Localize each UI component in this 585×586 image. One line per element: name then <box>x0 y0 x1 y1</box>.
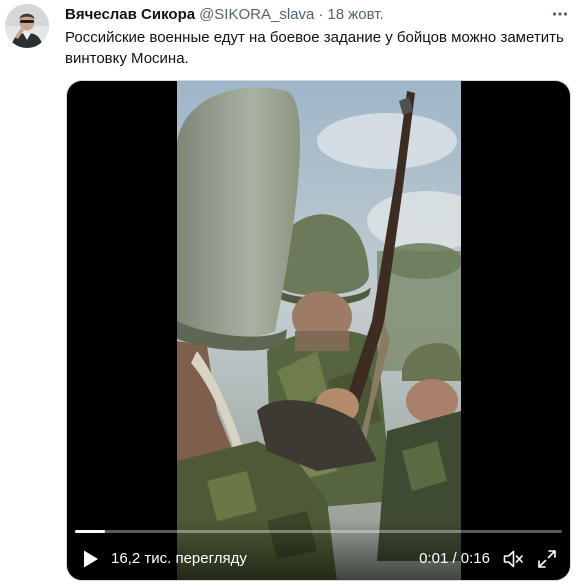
video-player[interactable]: 16,2 тис. перегляду 0:01 / 0:16 <box>66 80 571 581</box>
video-still-image <box>177 81 461 580</box>
video-controls: 16,2 тис. перегляду 0:01 / 0:16 <box>67 520 570 580</box>
volume-muted-icon <box>502 548 524 570</box>
video-frame[interactable] <box>177 81 461 580</box>
video-timecode: 0:01 / 0:16 <box>419 550 490 567</box>
tweet-timestamp[interactable]: 18 жовт. <box>327 5 383 25</box>
play-button[interactable] <box>79 548 101 570</box>
fullscreen-button[interactable] <box>536 548 558 570</box>
tweet-text: Российские военные едут на боевое задани… <box>65 29 564 67</box>
more-icon <box>551 5 569 23</box>
tweet-header: Вячеслав Сикора @SIKORA_slava · 18 жовт. <box>65 5 545 25</box>
display-name[interactable]: Вячеслав Сикора <box>65 5 195 25</box>
progress-fill <box>75 530 106 533</box>
play-icon <box>79 548 101 570</box>
avatar-photo <box>5 4 49 48</box>
tweet: Вячеслав Сикора @SIKORA_slava · 18 жовт.… <box>0 0 585 586</box>
view-count: 16,2 тис. перегляду <box>111 550 247 567</box>
mute-button[interactable] <box>502 548 524 570</box>
user-handle[interactable]: @SIKORA_slava <box>199 5 314 25</box>
fullscreen-icon <box>536 548 558 570</box>
avatar[interactable] <box>5 4 49 48</box>
more-button[interactable] <box>550 4 570 24</box>
separator-dot: · <box>318 6 324 23</box>
progress-bar[interactable] <box>75 530 562 533</box>
